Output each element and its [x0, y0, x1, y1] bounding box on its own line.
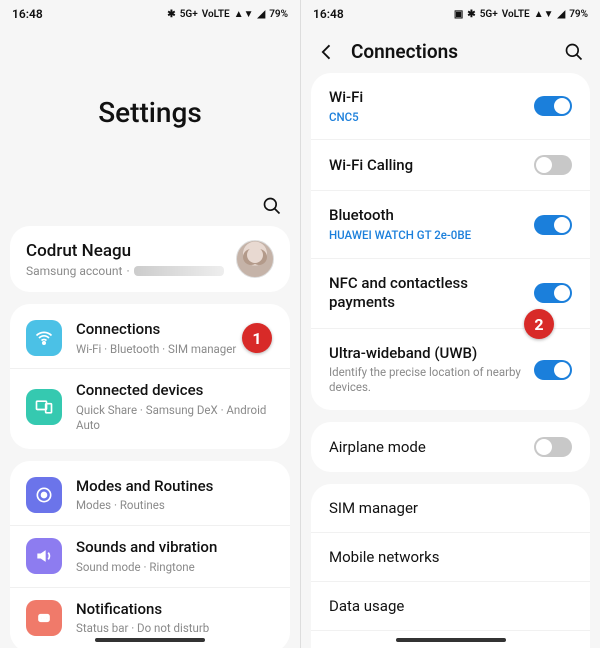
row-subtitle: Sound mode · Ringtone — [76, 560, 274, 575]
row-uwb[interactable]: Ultra-wideband (UWB)Identify the precise… — [311, 328, 590, 410]
clock: 16:48 — [12, 7, 43, 21]
nav-pill — [396, 638, 506, 642]
search-icon[interactable] — [262, 196, 282, 216]
row-subtitle: Quick Share · Samsung DeX · Android Auto — [76, 403, 274, 433]
toggles-card: Wi-Fi CNC5 Wi-Fi Calling Bluetooth HUAWEI … — [311, 73, 590, 410]
links-card: SIM managerMobile networksData usageMobi… — [311, 484, 590, 648]
row-title: SIM manager — [329, 499, 418, 517]
clock: 16:48 — [313, 7, 344, 21]
row-connected-devices[interactable]: Connected devices Quick Share · Samsung … — [10, 368, 290, 444]
row-subtitle: CNC5 — [329, 110, 534, 125]
row-airplane[interactable]: Airplane mode — [311, 422, 590, 472]
account-card[interactable]: Codrut Neagu Samsung account · — [10, 226, 290, 292]
back-icon[interactable] — [317, 42, 337, 62]
status-icons: ▣✱ 5G+ VoLTE ▲▼ ◢ 79% — [454, 9, 588, 20]
row-subtitle: Modes · Routines — [76, 498, 274, 513]
toggle-bluetooth[interactable] — [534, 215, 572, 235]
row-connections[interactable]: Connections Wi-Fi · Bluetooth · SIM mana… — [10, 308, 290, 368]
row-sounds[interactable]: Sounds and vibration Sound mode · Ringto… — [10, 525, 290, 586]
toggle-uwb[interactable] — [534, 360, 572, 380]
sound-icon — [26, 538, 62, 574]
row-bluetooth[interactable]: Bluetooth HUAWEI WATCH GT 2e-0BE — [311, 190, 590, 257]
callout-2: 2 — [524, 309, 554, 339]
row-title: Airplane mode — [329, 438, 426, 456]
row-sim[interactable]: SIM manager — [311, 484, 590, 532]
phone-connections: 16:48 ▣✱ 5G+ VoLTE ▲▼ ◢ 79% Connections … — [300, 0, 600, 648]
row-title: Wi-Fi Calling — [329, 156, 534, 176]
row-wificalling[interactable]: Wi-Fi Calling — [311, 139, 590, 190]
row-title: Sounds and vibration — [76, 538, 274, 558]
row-mobile[interactable]: Mobile networks — [311, 532, 590, 581]
row-data[interactable]: Data usage — [311, 581, 590, 630]
toggle-wifi[interactable] — [534, 96, 572, 116]
airplane-card: Airplane mode — [311, 422, 590, 472]
row-title: Bluetooth — [329, 206, 534, 226]
search-icon[interactable] — [564, 42, 584, 62]
row-title: Notifications — [76, 600, 274, 620]
row-nfc[interactable]: NFC and contactless payments 2 — [311, 258, 590, 328]
settings-group: Connections Wi-Fi · Bluetooth · SIM mana… — [10, 304, 290, 449]
settings-group: Modes and Routines Modes · Routines Soun… — [10, 461, 290, 648]
callout-1: 1 — [242, 323, 272, 353]
toggle-wificalling[interactable] — [534, 155, 572, 175]
row-title: Ultra-wideband (UWB) — [329, 344, 534, 364]
row-wifi[interactable]: Wi-Fi CNC5 — [311, 73, 590, 139]
row-subtitle: Identify the precise location of nearby … — [329, 365, 534, 395]
row-title: Modes and Routines — [76, 477, 274, 497]
status-bar: 16:48 ✱ 5G+ VoLTE ▲▼ ◢ 79% — [0, 0, 300, 28]
notif-icon — [26, 600, 62, 636]
toggle-airplane[interactable] — [534, 437, 572, 457]
account-name: Codrut Neagu — [26, 241, 224, 261]
status-bar: 16:48 ▣✱ 5G+ VoLTE ▲▼ ◢ 79% — [301, 0, 600, 28]
row-subtitle: HUAWEI WATCH GT 2e-0BE — [329, 228, 534, 243]
screen-title: Connections — [351, 40, 550, 63]
row-title: Data usage — [329, 597, 404, 615]
row-title: Wi-Fi — [329, 88, 534, 108]
phone-settings: 16:48 ✱ 5G+ VoLTE ▲▼ ◢ 79% Settings Codr… — [0, 0, 300, 648]
row-title: Connected devices — [76, 381, 274, 401]
wifi-icon — [26, 320, 62, 356]
toggle-nfc[interactable] — [534, 283, 572, 303]
row-title: Mobile networks — [329, 548, 439, 566]
screen-header: Connections — [301, 28, 600, 73]
row-subtitle: Status bar · Do not disturb — [76, 621, 274, 636]
nav-pill — [95, 638, 205, 642]
status-icons: ✱ 5G+ VoLTE ▲▼ ◢ 79% — [167, 9, 288, 20]
avatar[interactable] — [236, 240, 274, 278]
row-title: NFC and contactless payments — [329, 274, 534, 313]
account-sub: Samsung account · — [26, 264, 224, 278]
page-title: Settings — [0, 28, 300, 196]
row-modes[interactable]: Modes and Routines Modes · Routines — [10, 465, 290, 525]
modes-icon — [26, 477, 62, 513]
devices-icon — [26, 389, 62, 425]
